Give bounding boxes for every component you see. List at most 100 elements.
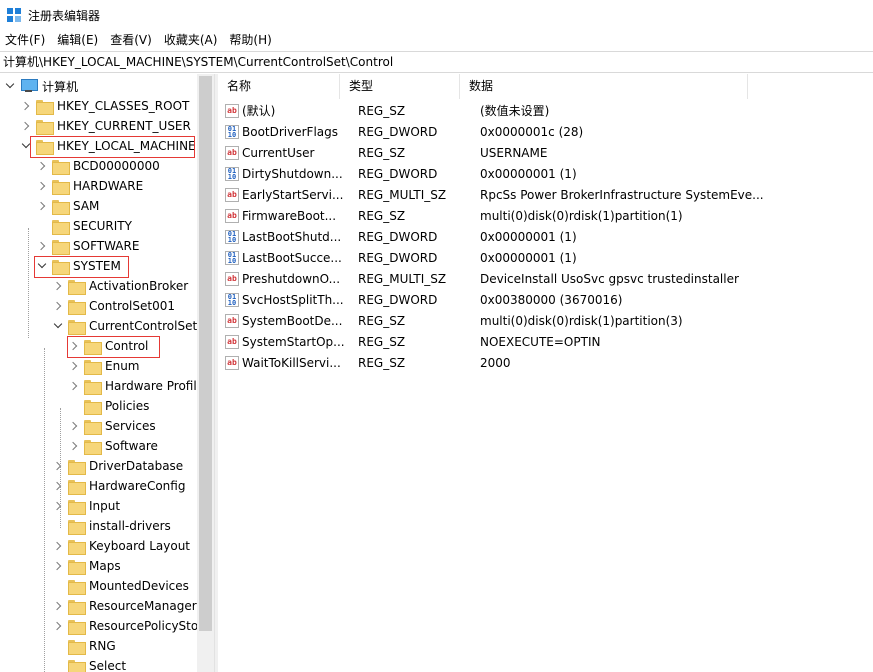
tree-item-label: HKEY_CURRENT_USER <box>57 119 191 133</box>
string-value-icon: ab <box>225 271 239 286</box>
chevron-right-icon[interactable] <box>52 296 64 316</box>
tree-item[interactable]: ResourceManager <box>52 596 197 616</box>
tree-item[interactable]: RNG <box>52 636 116 656</box>
value-row[interactable]: ab FirmwareBoot... REG_SZ multi(0)disk(0)rd… <box>218 205 771 226</box>
tree-item-label: ResourcePolicySto <box>89 619 199 633</box>
tree-item[interactable]: CurrentControlSet <box>52 316 197 336</box>
chevron-right-icon[interactable] <box>36 176 48 196</box>
tree-item[interactable]: Services <box>68 416 156 436</box>
folder-icon <box>36 119 54 135</box>
value-data: (数值未设置) <box>480 104 550 118</box>
chevron-right-icon[interactable] <box>36 236 48 256</box>
column-header-data[interactable]: 数据 <box>460 74 748 99</box>
highlight-box <box>34 256 129 278</box>
tree-item[interactable]: BCD00000000 <box>36 156 160 176</box>
value-row[interactable]: ab PreshutdownO... REG_MULTI_SZ DeviceInsta… <box>218 268 771 289</box>
tree-item[interactable]: Policies <box>68 396 149 416</box>
chevron-right-icon[interactable] <box>68 436 80 456</box>
chevron-right-icon[interactable] <box>68 416 80 436</box>
tree-scrollbar[interactable] <box>197 74 214 672</box>
menu-view[interactable]: 查看(V) <box>104 30 158 50</box>
tree-guide-line <box>60 408 61 528</box>
chevron-right-icon[interactable] <box>68 356 80 376</box>
tree-item[interactable]: install-drivers <box>52 516 171 536</box>
tree-item-label: ActivationBroker <box>89 279 189 293</box>
tree-item[interactable]: SOFTWARE <box>36 236 139 256</box>
tree-item-label: CurrentControlSet <box>89 319 198 333</box>
tree-item-label: MountedDevices <box>89 579 189 593</box>
tree-item[interactable]: HARDWARE <box>36 176 143 196</box>
tree-item-label: SAM <box>73 199 100 213</box>
folder-icon <box>68 479 86 495</box>
value-row[interactable]: 01 10 LastBootShutd... REG_DWORD 0x00000001 … <box>218 226 771 247</box>
value-row[interactable]: 01 10 SvcHostSplitTh... REG_DWORD 0x00380000… <box>218 289 771 310</box>
value-name: FirmwareBoot... <box>242 208 337 223</box>
tree-item[interactable]: ResourcePolicySto <box>52 616 198 636</box>
highlight-box <box>67 336 160 358</box>
tree-item[interactable]: ControlSet001 <box>52 296 175 316</box>
address-bar[interactable]: 计算机\HKEY_LOCAL_MACHINE\SYSTEM\CurrentCon… <box>0 51 873 73</box>
value-row[interactable]: ab WaitToKillServi... REG_SZ 2000 <box>218 352 771 373</box>
tree-item[interactable]: 计算机 <box>4 76 78 96</box>
chevron-down-icon[interactable] <box>52 316 64 336</box>
value-name: LastBootSucce... <box>242 250 342 265</box>
chevron-right-icon[interactable] <box>52 276 64 296</box>
folder-icon <box>68 299 86 315</box>
menu-edit[interactable]: 编辑(E) <box>51 30 104 50</box>
tree-item[interactable]: Select <box>52 656 126 672</box>
tree-item[interactable]: Input <box>52 496 120 516</box>
chevron-right-icon[interactable] <box>20 96 32 116</box>
chevron-right-icon[interactable] <box>52 596 64 616</box>
tree-scrollbar-thumb[interactable] <box>199 76 212 631</box>
value-row[interactable]: ab (默认) REG_SZ (数值未设置) <box>218 100 771 121</box>
tree-item[interactable]: HardwareConfig <box>52 476 185 496</box>
value-row[interactable]: ab SystemStartOp... REG_SZ NOEXECUTE=OPTIN <box>218 331 771 352</box>
tree-item[interactable]: Keyboard Layout <box>52 536 190 556</box>
column-header-type[interactable]: 类型 <box>340 74 460 99</box>
column-header-name[interactable]: 名称 <box>218 74 340 99</box>
string-value-icon: ab <box>225 187 239 202</box>
chevron-right-icon[interactable] <box>36 156 48 176</box>
menu-help[interactable]: 帮助(H) <box>223 30 277 50</box>
window-title: 注册表编辑器 <box>28 8 101 23</box>
tree-item[interactable]: HKEY_CURRENT_USER <box>20 116 191 136</box>
value-row[interactable]: ab CurrentUser REG_SZ USERNAME <box>218 142 771 163</box>
tree-item[interactable]: SAM <box>36 196 99 216</box>
tree-item[interactable]: Enum <box>68 356 139 376</box>
folder-icon <box>68 459 86 475</box>
tree-item[interactable]: SECURITY <box>36 216 132 236</box>
chevron-right-icon[interactable] <box>52 536 64 556</box>
chevron-right-icon[interactable] <box>52 476 64 496</box>
value-type: REG_DWORD <box>358 292 438 307</box>
chevron-right-icon[interactable] <box>52 496 64 516</box>
menu-favorites[interactable]: 收藏夹(A) <box>158 30 224 50</box>
chevron-down-icon[interactable] <box>4 76 16 96</box>
menu-file[interactable]: 文件(F) <box>0 30 51 50</box>
tree-item[interactable]: MountedDevices <box>52 576 189 596</box>
value-name: CurrentUser <box>242 145 315 160</box>
value-row[interactable]: ab SystemBootDe... REG_SZ multi(0)disk(0)rd… <box>218 310 771 331</box>
value-row[interactable]: 01 10 LastBootSucce... REG_DWORD 0x00000001 … <box>218 247 771 268</box>
tree-item[interactable]: HKEY_CLASSES_ROOT <box>20 96 189 116</box>
value-row[interactable]: ab EarlyStartServi... REG_MULTI_SZ RpcSs Po… <box>218 184 771 205</box>
binary-value-icon: 01 10 <box>225 166 239 181</box>
chevron-right-icon[interactable] <box>52 616 64 636</box>
tree-item[interactable]: DriverDatabase <box>52 456 183 476</box>
registry-tree: 计算机 HKEY_CLASSES_ROOT HKEY_CURRENT_USER HKE… <box>0 74 214 672</box>
tree-item[interactable]: ActivationBroker <box>52 276 188 296</box>
tree-item[interactable]: Software <box>68 436 158 456</box>
value-type: REG_DWORD <box>358 124 438 139</box>
value-row[interactable]: 01 10 DirtyShutdown... REG_DWORD 0x00000001 … <box>218 163 771 184</box>
chevron-right-icon[interactable] <box>36 196 48 216</box>
value-data: 0x00000001 (1) <box>480 229 577 244</box>
tree-item[interactable]: Hardware Profil <box>68 376 197 396</box>
chevron-right-icon[interactable] <box>20 116 32 136</box>
chevron-right-icon[interactable] <box>52 456 64 476</box>
chevron-right-icon[interactable] <box>68 376 80 396</box>
tree-item[interactable]: Maps <box>52 556 121 576</box>
binary-value-icon: 01 10 <box>225 229 239 244</box>
chevron-right-icon[interactable] <box>52 556 64 576</box>
tree-item-label: ResourceManager <box>89 599 197 613</box>
value-row[interactable]: 01 10 BootDriverFlags REG_DWORD 0x0000001c (… <box>218 121 771 142</box>
